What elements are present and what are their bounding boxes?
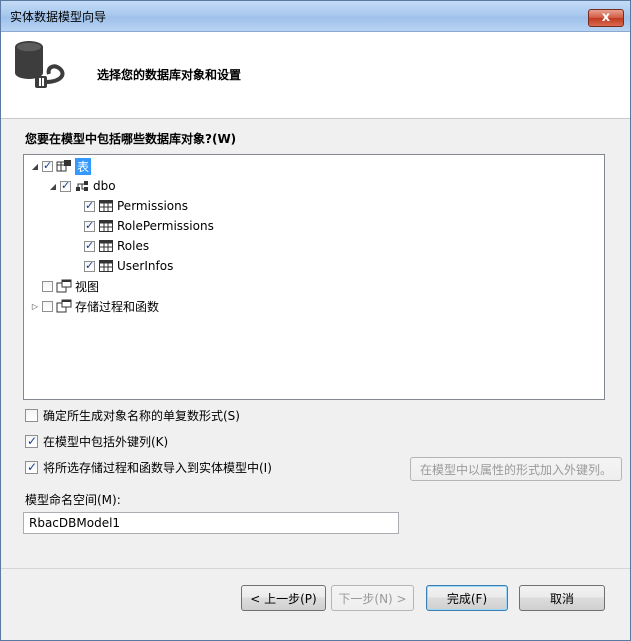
import-procedures-checkbox[interactable] <box>25 460 38 474</box>
namespace-input[interactable] <box>23 512 399 534</box>
table-checkbox[interactable] <box>84 219 95 232</box>
views-checkbox[interactable] <box>42 280 53 292</box>
close-icon: x <box>601 10 611 25</box>
table-label[interactable]: RolePermissions <box>117 219 214 233</box>
dbo-label[interactable]: dbo <box>93 179 116 193</box>
table-icon <box>99 240 113 252</box>
table-label[interactable]: UserInfos <box>117 259 173 273</box>
page-heading: 选择您的数据库对象和设置 <box>97 68 242 82</box>
dbo-checkbox[interactable] <box>60 179 71 192</box>
db-objects-tree[interactable]: ◢ 表 ◢ dbo <box>23 154 605 400</box>
procedures-checkbox[interactable] <box>42 300 53 312</box>
foreign-key-checkbox[interactable] <box>25 434 38 448</box>
divider <box>1 568 630 569</box>
cancel-button[interactable]: 取消 <box>519 585 605 611</box>
pluralize-label[interactable]: 确定所生成对象名称的单复数形式(S) <box>43 407 240 424</box>
next-button[interactable]: 下一步(N) > <box>331 585 414 611</box>
tree-node-table[interactable]: Roles <box>84 237 149 255</box>
procedures-label[interactable]: 存储过程和函数 <box>75 298 159 315</box>
tree-node-tables[interactable]: ◢ 表 <box>30 157 92 175</box>
views-icon <box>56 279 72 293</box>
views-label[interactable]: 视图 <box>75 278 99 295</box>
foreign-key-option[interactable]: 在模型中包括外键列(K) <box>25 433 168 450</box>
back-button[interactable]: < 上一步(P) <box>241 585 326 611</box>
collapse-arrow-icon[interactable]: ◢ <box>48 177 58 195</box>
foreign-key-label[interactable]: 在模型中包括外键列(K) <box>43 433 168 450</box>
wizard-window: 实体数据模型向导 x 选择您的数据库对象和设置 您要在模型中包括哪些数据库对象?… <box>0 0 631 641</box>
table-label[interactable]: Roles <box>117 239 149 253</box>
table-label[interactable]: Permissions <box>117 199 188 213</box>
tables-icon <box>56 160 71 172</box>
tree-node-views[interactable]: 视图 <box>42 277 99 295</box>
title-bar[interactable]: 实体数据模型向导 x <box>1 1 630 32</box>
procedures-icon <box>56 299 72 313</box>
namespace-label: 模型命名空间(M): <box>25 493 121 507</box>
database-plug-icon <box>15 41 65 88</box>
window-title: 实体数据模型向导 <box>10 10 107 24</box>
table-icon <box>99 220 113 232</box>
expand-arrow-icon[interactable]: ▷ <box>30 297 40 315</box>
table-checkbox[interactable] <box>84 239 95 252</box>
schema-icon <box>76 181 88 191</box>
wizard-header: 选择您的数据库对象和设置 <box>1 32 630 119</box>
close-button[interactable]: x <box>588 9 624 27</box>
tree-node-procedures[interactable]: ▷ 存储过程和函数 <box>30 297 159 315</box>
tree-node-dbo[interactable]: ◢ dbo <box>48 177 116 195</box>
tables-checkbox[interactable] <box>42 159 53 172</box>
import-procedures-option[interactable]: 将所选存储过程和函数导入到实体模型中(I) <box>25 459 272 476</box>
table-checkbox[interactable] <box>84 199 95 212</box>
pluralize-checkbox[interactable] <box>25 409 38 422</box>
import-procedures-label[interactable]: 将所选存储过程和函数导入到实体模型中(I) <box>43 459 272 476</box>
finish-button[interactable]: 完成(F) <box>426 585 508 611</box>
tree-node-table[interactable]: UserInfos <box>84 257 173 275</box>
collapse-arrow-icon[interactable]: ◢ <box>30 157 40 175</box>
add-foreign-key-button[interactable]: 在模型中以属性的形式加入外键列。 <box>410 457 622 481</box>
objects-prompt: 您要在模型中包括哪些数据库对象?(W) <box>25 132 237 146</box>
table-icon <box>99 260 113 272</box>
table-checkbox[interactable] <box>84 259 95 272</box>
tree-node-table[interactable]: Permissions <box>84 197 188 215</box>
pluralize-option[interactable]: 确定所生成对象名称的单复数形式(S) <box>25 407 240 424</box>
tables-label[interactable]: 表 <box>75 157 92 175</box>
tree-node-table[interactable]: RolePermissions <box>84 217 214 235</box>
table-icon <box>99 200 113 212</box>
